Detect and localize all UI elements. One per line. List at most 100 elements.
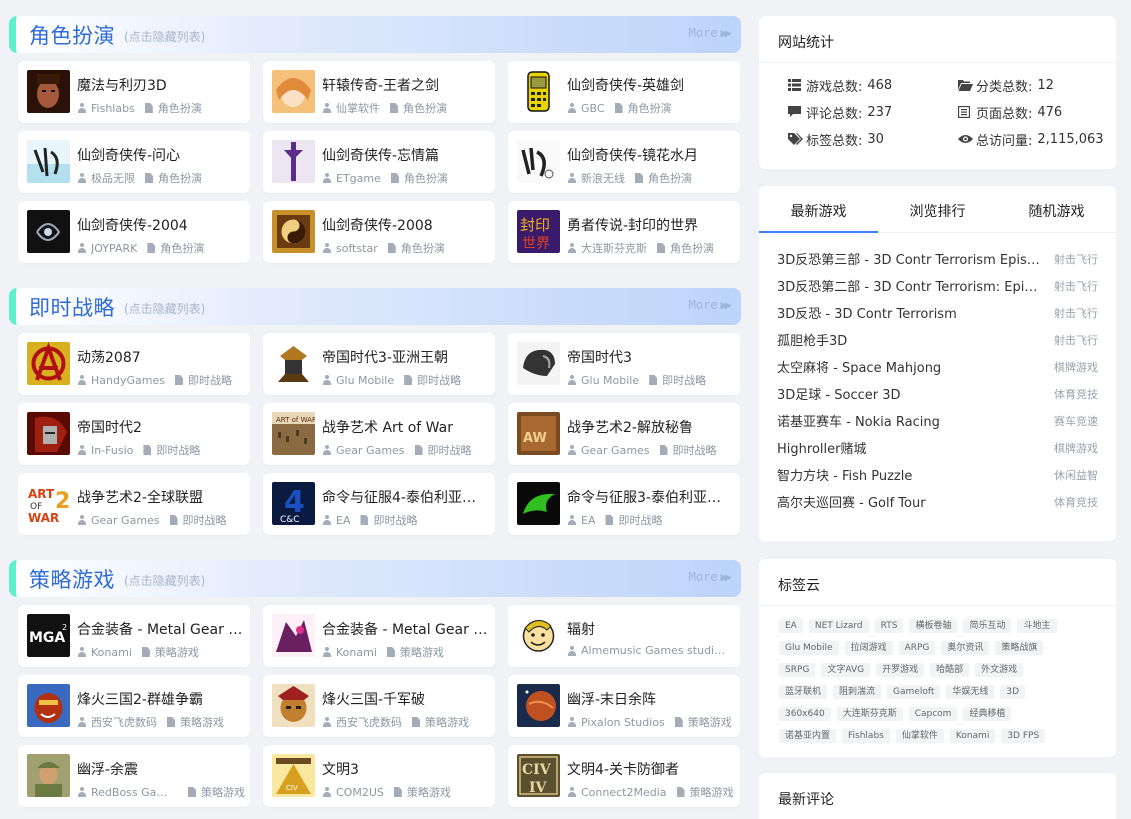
game-title[interactable]: 仙剑奇侠传-忘情篇 bbox=[322, 145, 488, 165]
tag-link[interactable]: 外文游戏 bbox=[975, 663, 1024, 677]
game-publisher[interactable]: 新浪无线 bbox=[581, 170, 625, 186]
game-card[interactable]: 帝国时代3-亚洲王朝 Glu Mobile 即时战略 bbox=[263, 333, 495, 395]
soldier-icon[interactable] bbox=[27, 754, 70, 797]
civ4-icon[interactable]: CIV IV bbox=[517, 754, 560, 797]
knight-icon[interactable] bbox=[27, 412, 70, 455]
latest-game-category[interactable]: 体育竞技 bbox=[1054, 494, 1098, 510]
dark-swirl-icon[interactable] bbox=[27, 210, 70, 253]
latest-game-category[interactable]: 棋牌游戏 bbox=[1054, 359, 1098, 375]
game-publisher[interactable]: softstar bbox=[336, 242, 378, 255]
game-publisher[interactable]: Connect2Media bbox=[581, 786, 667, 799]
latest-game-category[interactable]: 体育竞技 bbox=[1054, 386, 1098, 402]
tag-link[interactable]: ARPG bbox=[898, 641, 936, 655]
game-category[interactable]: 角色扮演 bbox=[648, 170, 692, 186]
latest-game-name[interactable]: 3D足球 - Soccer 3D bbox=[777, 384, 901, 403]
list-item[interactable]: Highroller赌城 棋牌游戏 bbox=[777, 434, 1098, 461]
game-category[interactable]: 角色扮演 bbox=[158, 100, 202, 116]
list-item[interactable]: 3D反恐第三部 - 3D Contr Terrorism Episo... 射击… bbox=[777, 245, 1098, 272]
samurai-icon[interactable] bbox=[272, 342, 315, 385]
section-more-link[interactable]: More ▶▶ bbox=[689, 570, 733, 584]
game-card[interactable]: 幽浮-末日余阵 Pixalon Studios 策略游戏 bbox=[508, 675, 740, 737]
game-card[interactable]: 烽火三国2-群雄争霸 西安飞虎数码 策略游戏 bbox=[18, 675, 250, 737]
game-publisher[interactable]: EA bbox=[581, 514, 595, 527]
game-publisher[interactable]: 大连斯芬克斯 bbox=[581, 240, 647, 256]
section-header[interactable]: 策略游戏 (点击隐藏列表) More ▶▶ bbox=[9, 560, 741, 597]
game-category[interactable]: 即时战略 bbox=[618, 512, 662, 528]
list-item[interactable]: 智力方块 - Fish Puzzle 休闲益智 bbox=[777, 461, 1098, 488]
tag-link[interactable]: Konami bbox=[949, 729, 996, 743]
latest-game-name[interactable]: 太空麻将 - Space Mahjong bbox=[777, 357, 941, 376]
game-category[interactable]: 策略游戏 bbox=[180, 714, 224, 730]
game-publisher[interactable]: Fishlabs bbox=[91, 102, 135, 115]
battlefield-icon[interactable]: ART of WAR bbox=[272, 412, 315, 455]
game-title[interactable]: 战争艺术2-解放秘鲁 bbox=[567, 417, 733, 437]
helmet-icon[interactable] bbox=[517, 342, 560, 385]
game-card[interactable]: CIV 文明3 COM2US 策略游戏 bbox=[263, 745, 495, 807]
game-card[interactable]: 合金装备 - Metal Gear A... Konami 策略游戏 bbox=[263, 605, 495, 667]
game-category[interactable]: 即时战略 bbox=[183, 512, 227, 528]
section-toggle-hint[interactable]: (点击隐藏列表) bbox=[124, 28, 205, 45]
game-title[interactable]: 合金装备 - Metal Gear A... bbox=[322, 619, 488, 639]
tag-link[interactable]: 诺基亚内置 bbox=[779, 729, 837, 743]
game-category[interactable]: 角色扮演 bbox=[160, 240, 204, 256]
game-category[interactable]: 即时战略 bbox=[428, 442, 472, 458]
vault-boy-icon[interactable] bbox=[517, 614, 560, 657]
anarchy-icon[interactable] bbox=[27, 342, 70, 385]
warlord-icon[interactable] bbox=[272, 684, 315, 727]
ink-calligraphy-icon[interactable] bbox=[517, 140, 560, 183]
game-category[interactable]: 角色扮演 bbox=[670, 240, 714, 256]
game-publisher[interactable]: Gear Games bbox=[336, 444, 405, 457]
game-publisher[interactable]: 极品无限 bbox=[91, 170, 135, 186]
cnc4-icon[interactable]: 4 C&C bbox=[272, 482, 315, 525]
list-item[interactable]: 3D反恐 - 3D Contr Terrorism 射击飞行 bbox=[777, 299, 1098, 326]
game-title[interactable]: 文明3 bbox=[322, 759, 488, 779]
list-item[interactable]: 太空麻将 - Space Mahjong 棋牌游戏 bbox=[777, 353, 1098, 380]
metal-gear-art-icon[interactable] bbox=[272, 614, 315, 657]
scorpion-icon[interactable] bbox=[517, 482, 560, 525]
game-card[interactable]: 魔法与利刃3D Fishlabs 角色扮演 bbox=[18, 61, 250, 123]
game-category[interactable]: 角色扮演 bbox=[628, 100, 672, 116]
list-item[interactable]: 3D足球 - Soccer 3D 体育竞技 bbox=[777, 380, 1098, 407]
game-title[interactable]: 轩辕传奇-王者之剑 bbox=[322, 75, 488, 95]
tag-link[interactable]: Glu Mobile bbox=[779, 641, 839, 655]
game-card[interactable]: 封印 世界 勇者传说-封印的世界 大连斯芬克斯 角色扮演 bbox=[508, 201, 740, 263]
aow-logo-icon[interactable]: ART OF WAR 2 bbox=[27, 482, 70, 525]
game-card[interactable]: 仙剑奇侠传-忘情篇 ETgame 角色扮演 bbox=[263, 131, 495, 193]
game-publisher[interactable]: Almemusic Games studio... bbox=[581, 644, 731, 657]
game-title[interactable]: 命令与征服4-泰伯利亚的... bbox=[322, 487, 488, 507]
game-category[interactable]: 策略游戏 bbox=[201, 784, 245, 800]
game-card[interactable]: 命令与征服3-泰伯利亚之战 EA 即时战略 bbox=[508, 473, 740, 535]
game-card[interactable]: 4 C&C 命令与征服4-泰伯利亚的... EA 即时战略 bbox=[263, 473, 495, 535]
section-toggle-hint[interactable]: (点击隐藏列表) bbox=[124, 572, 205, 589]
aow2-icon[interactable]: AW bbox=[517, 412, 560, 455]
game-card[interactable]: CIV IV 文明4-关卡防御者 Connect2Media 策略游戏 bbox=[508, 745, 740, 807]
game-title[interactable]: 命令与征服3-泰伯利亚之战 bbox=[567, 487, 733, 507]
tag-link[interactable]: 3D FPS bbox=[1001, 729, 1046, 743]
tag-link[interactable]: NET Lizard bbox=[808, 619, 869, 633]
tag-link[interactable]: 蓝牙联机 bbox=[779, 685, 828, 699]
game-publisher[interactable]: GBC bbox=[581, 102, 605, 115]
game-publisher[interactable]: 西安飞虎数码 bbox=[91, 714, 157, 730]
game-publisher[interactable]: 西安飞虎数码 bbox=[336, 714, 402, 730]
latest-game-name[interactable]: 高尔夫巡回赛 - Golf Tour bbox=[777, 492, 926, 511]
game-category[interactable]: 角色扮演 bbox=[403, 100, 447, 116]
general-icon[interactable] bbox=[27, 684, 70, 727]
game-card[interactable]: 动荡2087 HandyGames 即时战略 bbox=[18, 333, 250, 395]
section-more-link[interactable]: More ▶▶ bbox=[689, 26, 733, 40]
tag-link[interactable]: 华娱无线 bbox=[946, 685, 995, 699]
tag-link[interactable]: RTS bbox=[874, 619, 904, 633]
game-category[interactable]: 角色扮演 bbox=[158, 170, 202, 186]
game-title[interactable]: 帝国时代3-亚洲王朝 bbox=[322, 347, 488, 367]
game-category[interactable]: 即时战略 bbox=[188, 372, 232, 388]
latest-game-category[interactable]: 射击飞行 bbox=[1054, 332, 1098, 348]
tag-link[interactable]: 简乐互动 bbox=[963, 619, 1012, 633]
latest-game-name[interactable]: 孤胆枪手3D bbox=[777, 330, 847, 349]
tag-link[interactable]: 3D bbox=[1000, 685, 1026, 699]
game-category[interactable]: 即时战略 bbox=[662, 372, 706, 388]
yinyang-icon[interactable] bbox=[272, 210, 315, 253]
game-publisher[interactable]: Gear Games bbox=[581, 444, 650, 457]
game-title[interactable]: 烽火三国2-群雄争霸 bbox=[77, 689, 243, 709]
game-category[interactable]: 策略游戏 bbox=[688, 714, 732, 730]
tag-link[interactable]: 仙掌软件 bbox=[895, 729, 944, 743]
latest-game-category[interactable]: 射击飞行 bbox=[1054, 278, 1098, 294]
